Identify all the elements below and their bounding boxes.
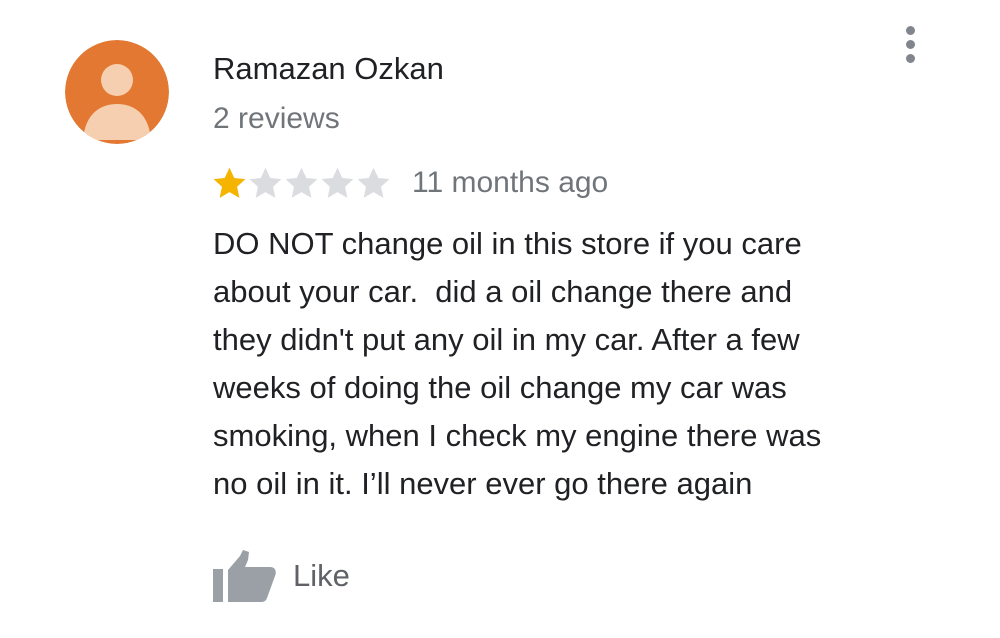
star-empty-icon xyxy=(357,167,390,198)
star-filled-icon xyxy=(213,167,246,198)
review-text-line: DO NOT change oil in this store if you c… xyxy=(213,226,802,261)
more-vert-icon xyxy=(905,25,915,35)
star-empty-icon xyxy=(249,167,282,198)
rating-row: 11 months ago xyxy=(211,163,608,203)
more-options-button[interactable] xyxy=(895,22,925,66)
review-text-line: no oil in it. I’ll never ever go there a… xyxy=(213,466,753,501)
review-text-line: they didn't put any oil in my car. After… xyxy=(213,322,800,357)
thumbs-up-icon xyxy=(213,550,276,602)
more-vert-icon-dot xyxy=(905,39,915,49)
review-text-line: weeks of doing the oil change my car was xyxy=(213,370,787,405)
review-text: DO NOT change oil in this store if you c… xyxy=(213,220,923,508)
review-text-line: smoking, when I check my engine there wa… xyxy=(213,418,822,453)
like-label: Like xyxy=(293,558,350,593)
avatar[interactable] xyxy=(65,40,169,144)
review-text-line: about your car. did a oil change there a… xyxy=(213,274,793,309)
star-empty-icon xyxy=(321,167,354,198)
star-empty-icon xyxy=(285,167,318,198)
more-vert-icon-dot xyxy=(905,53,915,63)
author-name[interactable]: Ramazan Ozkan xyxy=(213,50,444,88)
review-count[interactable]: 2 reviews xyxy=(213,101,340,137)
like-button[interactable]: Like xyxy=(213,548,350,604)
star-rating xyxy=(211,165,391,202)
review-timestamp: 11 months ago xyxy=(412,166,609,199)
